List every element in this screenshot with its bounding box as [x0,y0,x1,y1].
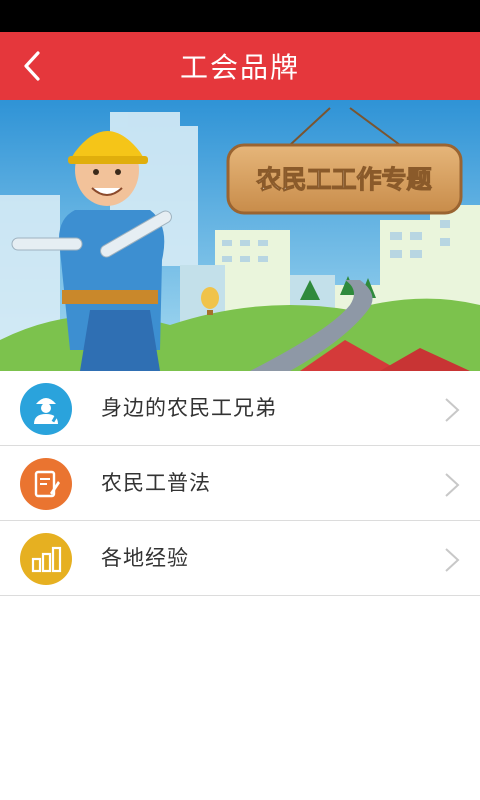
bar-chart-icon [20,533,72,585]
worker-icon [20,383,72,435]
menu-list: 身边的农民工兄弟 农民工普法 各地经验 [0,371,480,596]
banner-illustration: 农民工工作专题 [0,100,480,371]
page-title: 工会品牌 [179,51,300,84]
status-bar [0,0,480,32]
chevron-right-icon [445,398,460,422]
chevron-right-icon [445,548,460,572]
notebook-icon [20,458,72,510]
menu-label: 身边的农民工兄弟 [101,396,277,420]
menu-item-nearby-workers[interactable]: 身边的农民工兄弟 [0,371,480,446]
menu-item-legal-education[interactable]: 农民工普法 [0,446,480,521]
banner-sign-text: 农民工工作专题 [255,165,431,194]
menu-label: 农民工普法 [101,471,211,495]
chevron-right-icon [445,473,460,497]
menu-item-local-experience[interactable]: 各地经验 [0,521,480,596]
menu-label: 各地经验 [101,546,189,570]
back-button[interactable] [0,32,64,100]
banner[interactable]: 农民工工作专题 [0,100,480,371]
title-bar: 工会品牌 [0,32,480,100]
chevron-left-icon [24,51,40,81]
